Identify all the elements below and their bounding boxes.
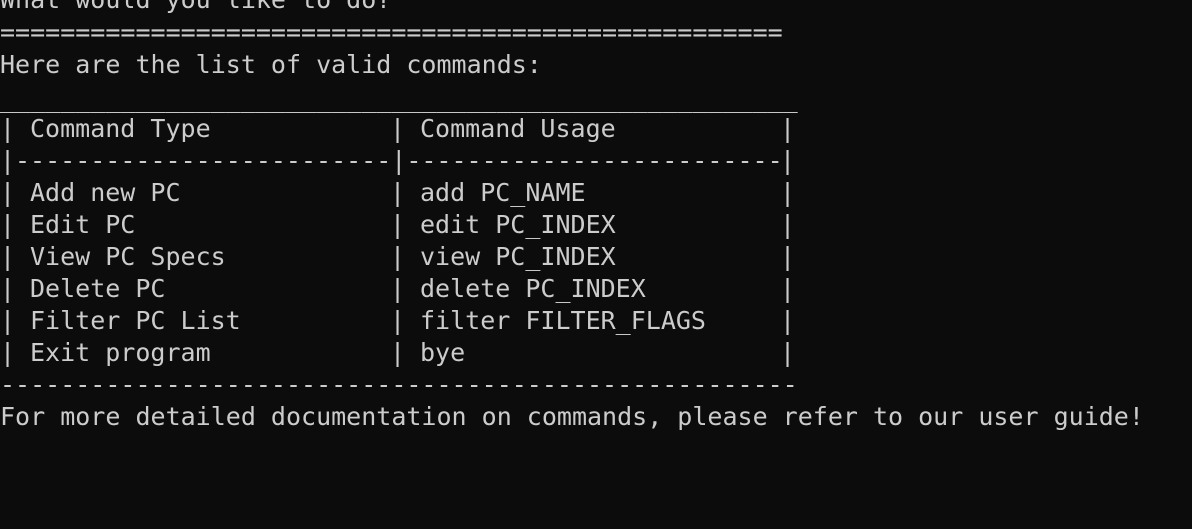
table-border-left: | — [0, 178, 16, 207]
table-border-middle: | — [390, 114, 406, 143]
table-border-left: | — [0, 274, 16, 303]
table-border-right: | — [780, 274, 796, 303]
command-type-cell: View PC Specs — [30, 242, 226, 271]
command-usage-cell: bye — [420, 338, 466, 367]
table-row: | Delete PC | delete PC_INDEX | — [0, 273, 800, 305]
command-type-cell: Filter PC List — [30, 306, 241, 335]
command-type-cell: Edit PC — [30, 210, 136, 239]
table-border-right: | — [780, 114, 796, 143]
table-top-border: ________________________________________… — [0, 84, 798, 113]
table-row: | View PC Specs | view PC_INDEX | — [0, 241, 800, 273]
terminal-window[interactable]: { "prompt_line": "What would you like to… — [0, 0, 1192, 445]
command-type-cell: Add new PC — [30, 178, 181, 207]
table-border-left: | — [0, 242, 16, 271]
command-type-cell: Delete PC — [30, 274, 166, 303]
table-header-divider: | -------------------------|------------… — [0, 145, 800, 177]
command-usage-cell: edit PC_INDEX — [420, 210, 616, 239]
command-usage-cell: view PC_INDEX — [420, 242, 616, 271]
table-border-right: | — [780, 306, 796, 335]
table-bottom-border: ----------------------------------------… — [0, 370, 798, 399]
table-border-middle: | — [390, 178, 406, 207]
intro-text: Here are the list of valid commands: — [0, 50, 542, 79]
footer-text: For more detailed documentation on comma… — [0, 402, 1144, 431]
table-row: | Edit PC | edit PC_INDEX | — [0, 209, 800, 241]
table-border-left: | — [0, 338, 16, 367]
table-border-right: | — [780, 242, 796, 271]
command-usage-cell: add PC_NAME — [420, 178, 586, 207]
separator-line: ========================================… — [0, 18, 783, 47]
table-row: | Add new PC | add PC_NAME | — [0, 177, 800, 209]
header-command-usage: Command Usage — [420, 114, 616, 143]
table-border-right: | — [780, 338, 796, 367]
table-row: | Filter PC List | filter FILTER_FLAGS | — [0, 305, 800, 337]
command-usage-cell: filter FILTER_FLAGS — [420, 306, 706, 335]
table-border-left: | — [0, 146, 16, 175]
table-border-right: | — [780, 146, 796, 175]
header-command-type: Command Type — [30, 114, 211, 143]
table-border-right: | — [780, 178, 796, 207]
table-border-middle: | — [390, 306, 406, 335]
table-border-left: | — [0, 306, 16, 335]
divider-dashes: -------------------------|--------------… — [15, 146, 783, 175]
table-row: | Exit program | bye | — [0, 337, 800, 369]
table-border-left: | — [0, 210, 16, 239]
table-border-middle: | — [390, 242, 406, 271]
table-border-middle: | — [390, 338, 406, 367]
table-border-middle: | — [390, 210, 406, 239]
prompt-line: What would you like to do? — [0, 0, 391, 16]
command-usage-cell: delete PC_INDEX — [420, 274, 646, 303]
table-header-row: | Command Type | Command Usage | — [0, 113, 800, 145]
command-type-cell: Exit program — [30, 338, 211, 367]
table-border-right: | — [780, 210, 796, 239]
table-border-left: | — [0, 114, 16, 143]
table-border-middle: | — [390, 274, 406, 303]
